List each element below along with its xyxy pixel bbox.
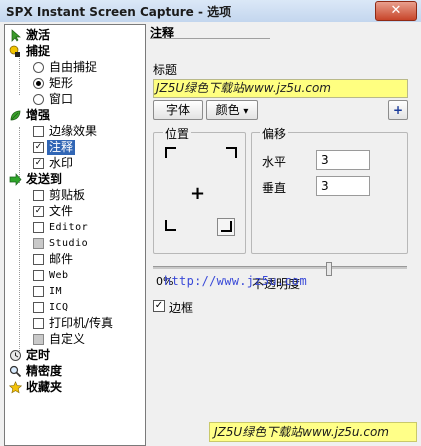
tree-label: 精密度 xyxy=(26,364,63,378)
title-input[interactable]: JZ5U绿色下载站www.jz5u.com xyxy=(153,79,408,98)
green-arrow-icon xyxy=(9,173,22,186)
editor-checkbox[interactable] xyxy=(33,222,44,233)
horizontal-input[interactable]: 3 xyxy=(316,150,370,170)
tree-label: 注释 xyxy=(47,140,76,155)
position-center[interactable]: + xyxy=(190,185,205,203)
font-button[interactable]: 字体 xyxy=(153,100,203,120)
tree-label: 自由捕捉 xyxy=(49,60,98,74)
plus-icon: + xyxy=(392,103,404,117)
leaf-icon xyxy=(10,110,21,121)
tree-connector xyxy=(19,55,20,95)
position-top-right[interactable] xyxy=(226,147,237,158)
icq-checkbox[interactable] xyxy=(33,302,44,313)
options-tree[interactable]: 激活 捕捉 自由捕捉 矩形 窗口 增强 边缘效果 ✓ 注释 ✓ 水印 发送到 剪… xyxy=(4,24,146,446)
watermark-checkbox[interactable]: ✓ xyxy=(33,158,44,169)
tree-label: 定时 xyxy=(26,348,51,362)
opacity-slider-track[interactable] xyxy=(153,266,407,269)
printer-fax-checkbox[interactable] xyxy=(33,318,44,329)
horizontal-label: 水平 xyxy=(262,155,287,169)
clipboard-checkbox[interactable] xyxy=(33,190,44,201)
close-button[interactable]: ✕ xyxy=(375,1,417,21)
panel-title-divider xyxy=(150,38,270,39)
tree-label: 水印 xyxy=(49,156,74,170)
arrow-cursor-icon xyxy=(11,29,21,42)
im-checkbox[interactable] xyxy=(33,286,44,297)
border-checkbox[interactable]: ✓ xyxy=(153,300,165,312)
url-watermark-overlay: http://www.jz5u.com xyxy=(164,274,307,288)
capture-rect-radio[interactable] xyxy=(33,78,44,89)
title-bar: SPX Instant Screen Capture - 选项 ✕ xyxy=(0,0,421,23)
tree-label: 收藏夹 xyxy=(26,380,63,394)
tree-label: 文件 xyxy=(49,204,74,218)
add-button[interactable]: + xyxy=(388,100,408,120)
tree-label: 边缘效果 xyxy=(49,124,98,138)
window-title: SPX Instant Screen Capture - 选项 xyxy=(6,5,232,19)
color-button[interactable]: 颜色 ▾ xyxy=(206,100,258,120)
position-group-title: 位置 xyxy=(163,125,192,142)
capture-window-radio[interactable] xyxy=(33,94,44,105)
tree-label: 发送到 xyxy=(26,172,63,186)
custom-checkbox[interactable] xyxy=(33,334,44,345)
tree-label: 打印机/传真 xyxy=(49,316,114,330)
mail-checkbox[interactable] xyxy=(33,254,44,265)
opacity-slider-thumb[interactable] xyxy=(326,262,333,276)
vertical-label: 垂直 xyxy=(262,181,287,195)
position-bottom-right-selected[interactable] xyxy=(217,218,235,236)
tree-connector xyxy=(19,199,20,359)
tree-label: Web xyxy=(49,270,69,281)
file-checkbox[interactable]: ✓ xyxy=(33,206,44,217)
web-checkbox[interactable] xyxy=(33,270,44,281)
title-label: 标题 xyxy=(153,63,178,77)
color-button-label: 颜色 xyxy=(215,103,240,117)
tree-label: 激活 xyxy=(26,28,51,42)
studio-checkbox[interactable] xyxy=(33,238,44,249)
options-window: 激活 捕捉 自由捕捉 矩形 窗口 增强 边缘效果 ✓ 注释 ✓ 水印 发送到 剪… xyxy=(0,22,421,446)
star-icon xyxy=(9,381,22,394)
tree-label: IM xyxy=(49,286,63,297)
tree-label: 自定义 xyxy=(49,332,86,346)
tree-label: 窗口 xyxy=(49,92,74,106)
annotation-checkbox[interactable]: ✓ xyxy=(33,142,44,153)
vertical-input[interactable]: 3 xyxy=(316,176,370,196)
position-bottom-left[interactable] xyxy=(165,220,176,231)
tree-label: ICQ xyxy=(49,302,69,313)
offset-group-title: 偏移 xyxy=(260,125,289,142)
magnifier-icon xyxy=(9,365,22,378)
edge-effect-checkbox[interactable] xyxy=(33,126,44,137)
clock-icon xyxy=(10,350,21,361)
position-top-left[interactable] xyxy=(165,147,176,158)
tree-label: 剪贴板 xyxy=(49,188,86,202)
tree-label: Editor xyxy=(49,222,89,233)
tree-label: 增强 xyxy=(26,108,51,122)
tree-label: 矩形 xyxy=(49,76,74,90)
position-bottom-right xyxy=(221,221,232,232)
footer-watermark: JZ5U绿色下载站www.jz5u.com xyxy=(209,422,417,442)
tree-label: 邮件 xyxy=(49,252,74,266)
border-label: 边框 xyxy=(169,301,194,315)
chevron-down-icon: ▾ xyxy=(243,106,249,117)
tree-label: 捕捉 xyxy=(26,44,51,58)
capture-icon xyxy=(9,45,20,57)
capture-free-radio[interactable] xyxy=(33,62,44,73)
tree-label: Studio xyxy=(49,238,89,249)
